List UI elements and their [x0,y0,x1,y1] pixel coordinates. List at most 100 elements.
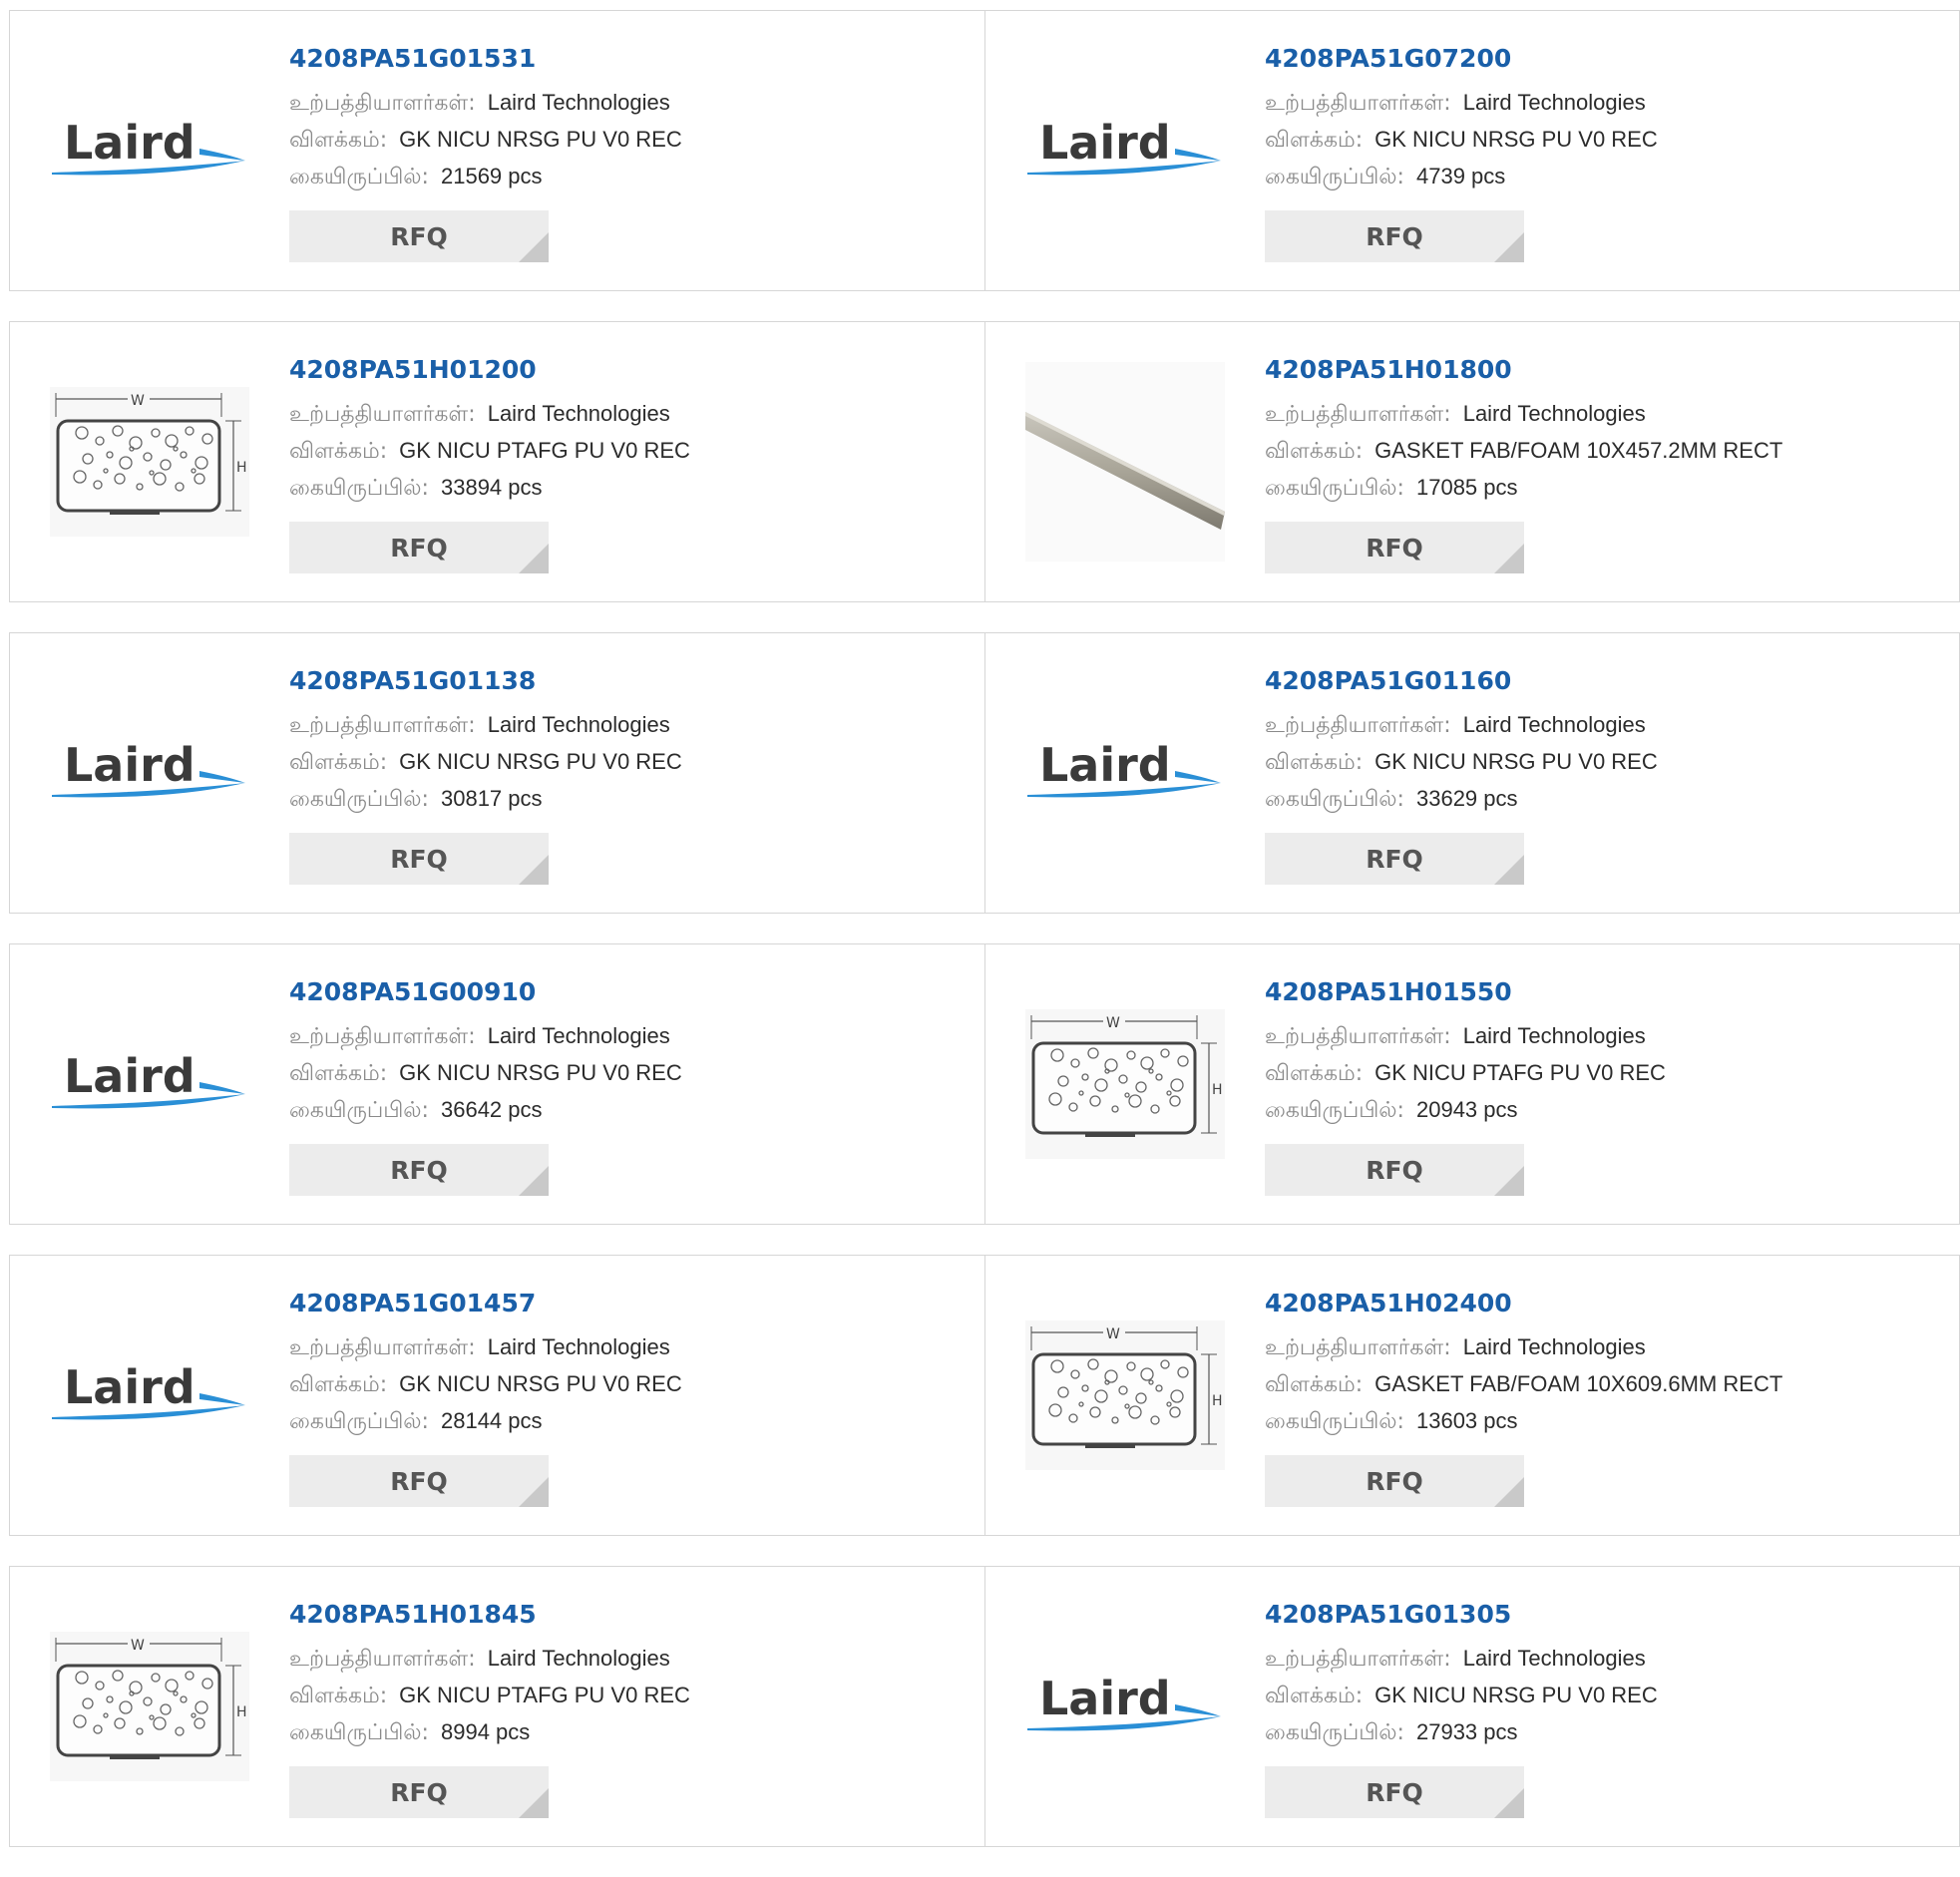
product-info: 4208PA51G00910 உற்பத்தியாளர்கள்: Laird Tec… [289,976,965,1129]
svg-text:H: H [1212,1082,1223,1098]
rfq-label: RFQ [1366,222,1423,251]
stock-line: கையிருப்பில்: 33894 pcs [289,470,965,507]
laird-logo-text: Laird [64,116,196,170]
part-number-link[interactable]: 4208PA51H02400 [1265,1288,1939,1323]
rfq-button[interactable]: RFQ [289,1144,549,1196]
description-value: GK NICU NRSG PU V0 REC [1374,749,1658,774]
description-label: விளக்கம்: [1265,750,1364,775]
gasket-dimension-diagram[interactable]: WH [50,1607,249,1806]
laird-logo[interactable]: Laird [50,1296,249,1495]
part-number-link[interactable]: 4208PA51G01531 [289,43,965,79]
description-label: விளக்கம்: [289,750,388,775]
svg-text:W: W [1106,1326,1120,1342]
laird-logo-text: Laird [64,738,196,792]
corner-fold-icon [1494,232,1524,262]
manufacturer-value: Laird Technologies [1462,401,1646,426]
stock-line: கையிருப்பில்: 8994 pcs [289,1714,965,1751]
laird-logo[interactable]: Laird [50,51,249,250]
description-label: விளக்கம்: [289,1061,388,1086]
corner-fold-icon [1494,1166,1524,1196]
description-value: GK NICU PTAFG PU V0 REC [399,438,690,463]
laird-logo[interactable]: Laird [1025,1607,1225,1806]
product-row: W H 4208PA51H01845 உற்பத்தியாளர்கள்: Laird T… [9,1566,1960,1847]
part-number-link[interactable]: 4208PA51G01160 [1265,665,1939,701]
laird-logo[interactable]: Laird [1025,51,1225,250]
stock-line: கையிருப்பில்: 28144 pcs [289,1403,965,1440]
gasket-dimension-diagram[interactable]: WH [50,362,249,562]
rfq-button[interactable]: RFQ [289,1766,549,1818]
rfq-label: RFQ [390,845,448,874]
description-label: விளக்கம்: [289,439,388,464]
rfq-label: RFQ [390,222,448,251]
part-number-link[interactable]: 4208PA51G01305 [1265,1599,1939,1635]
product-card: Laird 4208PA51G01138 உற்பத்தியாளர்கள்: Lair… [10,633,984,913]
rfq-button[interactable]: RFQ [289,522,549,573]
product-card: Laird 4208PA51G01160 உற்பத்தியாளர்கள்: Lair… [984,633,1959,913]
manufacturer-value: Laird Technologies [487,1334,670,1359]
product-info: 4208PA51G01531 உற்பத்தியாளர்கள்: Laird Tec… [289,43,965,195]
corner-fold-icon [519,544,549,573]
product-info: 4208PA51G01305 உற்பத்தியாளர்கள்: Laird Tec… [1265,1599,1939,1751]
product-card: Laird 4208PA51G01457 உற்பத்தியாளர்கள்: Lair… [10,1256,984,1535]
laird-logo[interactable]: Laird [50,673,249,873]
manufacturer-value: Laird Technologies [487,1023,670,1048]
manufacturer-value: Laird Technologies [1462,1646,1646,1671]
part-number-link[interactable]: 4208PA51G01138 [289,665,965,701]
manufacturer-label: உற்பத்தியாளர்கள்: [1265,402,1451,427]
corner-fold-icon [519,232,549,262]
rfq-button[interactable]: RFQ [1265,210,1524,262]
description-label: விளக்கம்: [289,128,388,153]
rfq-button[interactable]: RFQ [289,1455,549,1507]
rfq-button[interactable]: RFQ [1265,833,1524,885]
description-value: GK NICU NRSG PU V0 REC [399,1060,682,1085]
stock-line: கையிருப்பில்: 20943 pcs [1265,1092,1939,1129]
description-line: விளக்கம்: GK NICU PTAFG PU V0 REC [289,433,965,470]
rfq-label: RFQ [1366,1156,1423,1185]
product-info: 4208PA51H01200 உற்பத்தியாளர்கள்: Laird Tec… [289,354,965,507]
manufacturer-value: Laird Technologies [487,401,670,426]
part-number-link[interactable]: 4208PA51G00910 [289,976,965,1012]
description-line: விளக்கம்: GK NICU NRSG PU V0 REC [289,122,965,159]
stock-value: 36642 pcs [440,1097,543,1122]
manufacturer-line: உற்பத்தியாளர்கள்: Laird Technologies [289,1329,965,1366]
part-number-link[interactable]: 4208PA51G07200 [1265,43,1939,79]
part-number-link[interactable]: 4208PA51H01800 [1265,354,1939,390]
laird-logo[interactable]: Laird [1025,673,1225,873]
description-label: விளக்கம்: [1265,128,1364,153]
manufacturer-line: உற்பத்தியாளர்கள்: Laird Technologies [289,1641,965,1678]
stock-value: 30817 pcs [440,786,543,811]
description-line: விளக்கம்: GK NICU NRSG PU V0 REC [1265,122,1939,159]
part-number-link[interactable]: 4208PA51H01200 [289,354,965,390]
description-line: விளக்கம்: GK NICU NRSG PU V0 REC [1265,744,1939,781]
svg-text:H: H [1212,1393,1223,1409]
stock-line: கையிருப்பில்: 27933 pcs [1265,1714,1939,1751]
rfq-button[interactable]: RFQ [1265,1144,1524,1196]
rfq-button[interactable]: RFQ [1265,1455,1524,1507]
part-number-link[interactable]: 4208PA51H01550 [1265,976,1939,1012]
product-info: 4208PA51H01550 உற்பத்தியாளர்கள்: Laird Tec… [1265,976,1939,1129]
rfq-label: RFQ [1366,845,1423,874]
rfq-button[interactable]: RFQ [1265,522,1524,573]
stock-line: கையிருப்பில்: 4739 pcs [1265,159,1939,195]
manufacturer-label: உற்பத்தியாளர்கள்: [289,402,476,427]
manufacturer-line: உற்பத்தியாளர்கள்: Laird Technologies [289,396,965,433]
stock-value: 27933 pcs [1415,1719,1518,1744]
rfq-button[interactable]: RFQ [1265,1766,1524,1818]
gasket-strip-photo[interactable] [1025,362,1225,562]
product-card: Laird 4208PA51G01531 உற்பத்தியாளர்கள்: Lair… [10,11,984,290]
stock-label: கையிருப்பில்: [1265,165,1404,189]
part-number-link[interactable]: 4208PA51G01457 [289,1288,965,1323]
manufacturer-label: உற்பத்தியாளர்கள்: [1265,1335,1451,1360]
description-label: விளக்கம்: [1265,1684,1364,1708]
stock-label: கையிருப்பில்: [289,476,429,501]
rfq-button[interactable]: RFQ [289,833,549,885]
gasket-dimension-diagram[interactable]: WH [1025,984,1225,1184]
laird-logo[interactable]: Laird [50,984,249,1184]
manufacturer-label: உற்பத்தியாளர்கள்: [289,1024,476,1049]
gasket-dimension-diagram[interactable]: WH [1025,1296,1225,1495]
rfq-button[interactable]: RFQ [289,210,549,262]
product-card: Laird 4208PA51G01305 உற்பத்தியாளர்கள்: Lair… [984,1567,1959,1846]
product-info: 4208PA51G01160 உற்பத்தியாளர்கள்: Laird Tec… [1265,665,1939,818]
part-number-link[interactable]: 4208PA51H01845 [289,1599,965,1635]
manufacturer-line: உற்பத்தியாளர்கள்: Laird Technologies [1265,1641,1939,1678]
